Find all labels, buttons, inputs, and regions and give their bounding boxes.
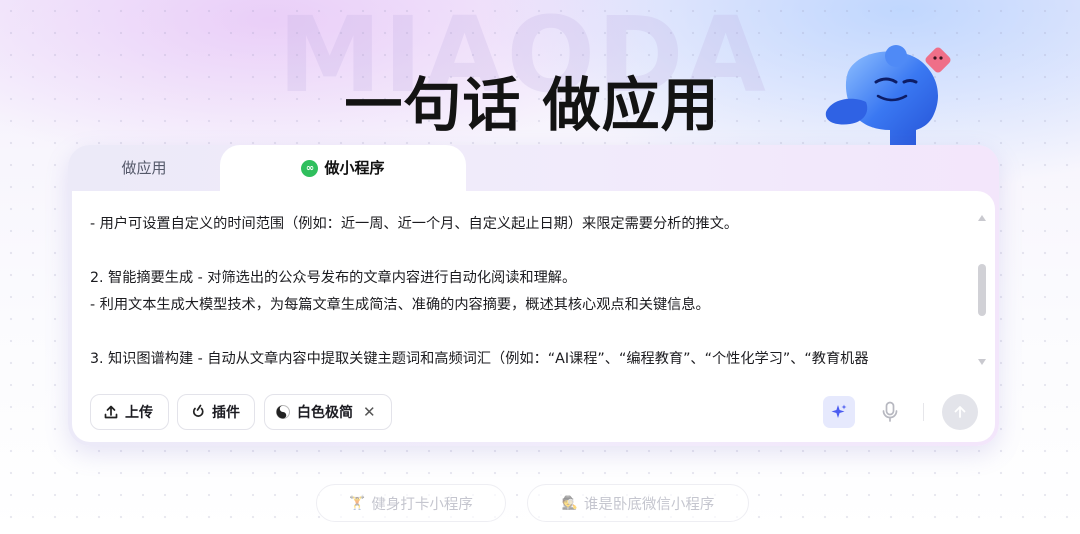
upload-label: 上传 <box>125 405 153 421</box>
prompt-line: - 用户可设置自定义的时间范围（例如：近一周、近一个月、自定义起止日期）来限定需… <box>90 216 739 232</box>
prompt-line <box>90 319 970 346</box>
prompt-panel: 做应用 ∞ 做小程序 - 用户可设置自定义的时间范围（例如：近一周、近一个月、自定… <box>68 145 999 446</box>
yin-yang-icon <box>276 405 290 419</box>
mascot-illustration <box>825 45 951 146</box>
plugin-label: 插件 <box>212 405 240 421</box>
upload-icon <box>104 405 118 419</box>
toolbar-divider <box>923 403 924 421</box>
microphone-icon <box>882 401 898 422</box>
suggestion-chip[interactable]: 🕵 谁是卧底微信小程序 <box>527 484 749 522</box>
tab-label: 做小程序 <box>324 159 385 177</box>
scrollbar-thumb[interactable] <box>978 264 986 316</box>
plugin-icon <box>192 404 204 417</box>
dumbbell-icon: 🏋 <box>349 495 366 511</box>
style-chip[interactable]: 白色极简 ✕ <box>264 394 392 430</box>
prompt-textarea[interactable]: - 用户可设置自定义的时间范围（例如：近一周、近一个月、自定义起止日期）来限定需… <box>90 211 970 371</box>
scroll-down-arrow[interactable] <box>978 359 986 365</box>
microphone-button[interactable] <box>878 397 902 427</box>
tab-make-app[interactable]: 做应用 <box>68 145 220 191</box>
prompt-card: - 用户可设置自定义的时间范围（例如：近一周、近一个月、自定义起止日期）来限定需… <box>72 191 995 442</box>
upload-button[interactable]: 上传 <box>90 394 169 430</box>
ai-optimize-button[interactable] <box>823 396 855 428</box>
wechat-miniprogram-icon: ∞ <box>301 160 319 177</box>
prompt-line <box>90 238 970 265</box>
send-button[interactable] <box>942 394 978 430</box>
prompt-line: - 利用文本生成大模型技术，为每篇文章生成简洁、准确的内容摘要，概述其核心观点和… <box>90 297 710 313</box>
arrow-up-icon <box>954 406 966 418</box>
sparkle-icon <box>831 404 847 418</box>
suggestion-chip[interactable]: 🏋 健身打卡小程序 <box>316 484 506 522</box>
suggestion-label: 健身打卡小程序 <box>371 496 473 513</box>
close-icon[interactable]: ✕ <box>363 403 376 421</box>
tab-make-miniprogram[interactable]: ∞ 做小程序 <box>220 145 466 191</box>
spy-icon: 🕵 <box>561 495 578 511</box>
style-label: 白色极简 <box>297 405 353 421</box>
suggestion-label: 谁是卧底微信小程序 <box>583 496 715 513</box>
prompt-line: 3. 知识图谱构建 - 自动从文章内容中提取关键主题词和高频词汇（例如：“AI课… <box>90 351 869 367</box>
prompt-line: 2. 智能摘要生成 - 对筛选出的公众号发布的文章内容进行自动化阅读和理解。 <box>90 270 577 286</box>
scroll-up-arrow[interactable] <box>978 215 986 221</box>
plugin-button[interactable]: 插件 <box>177 394 255 430</box>
